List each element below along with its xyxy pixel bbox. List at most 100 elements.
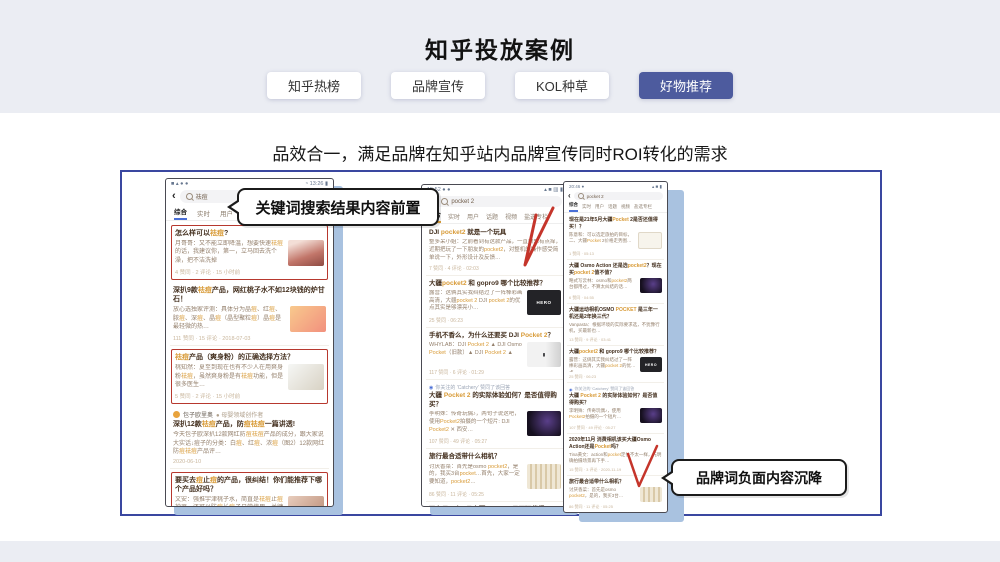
result-title[interactable]: 旅行最合适带什么相机？ xyxy=(429,453,561,461)
result-title[interactable]: DJI pocket2 就是一个玩具 xyxy=(429,229,561,237)
callout-label: 品牌词负面内容沉降 xyxy=(696,468,822,488)
result-title[interactable]: 大疆 Pocket 2 的实际体验如何？是否值得购买？ xyxy=(569,393,662,406)
result-thumbnail xyxy=(527,411,561,436)
status-bar: 15:52 ● ● ▴ ■ ▥ ▮ xyxy=(422,185,568,194)
result-title[interactable]: 2020年11月 消费相机该买大疆Osmo Action还是Pocket吗？ xyxy=(569,437,662,450)
search-icon xyxy=(441,198,448,205)
case-tab[interactable]: KOL种草 xyxy=(515,72,609,99)
result-thumbnail: ▮ xyxy=(527,342,561,367)
result-tab[interactable]: 实时 xyxy=(197,208,210,220)
result-excerpt: 今天包子欧深扒12款网红防痘祛痘产品的成分，跟大家说大实话↓痘子的分类：白痘、红… xyxy=(173,431,326,456)
result-thumbnail xyxy=(640,408,662,423)
result-tab[interactable]: 综合 xyxy=(174,206,187,220)
result-tab[interactable]: 用户 xyxy=(595,204,604,212)
back-icon[interactable]: ‹ xyxy=(568,192,571,200)
follow-icon: ◉ xyxy=(569,387,573,392)
result-meta: 111 赞同 · 15 评论 · 2018-07-03 xyxy=(173,334,326,342)
result-title[interactable]: 旅行最合适带什么相机？ xyxy=(569,479,662,486)
search-result-item[interactable]: 现在是21年5月大疆Pocket 2是否还值得买！？陈意和：可以选定旅拍的目标，… xyxy=(567,215,664,260)
result-meta: 86 赞同 · 11 评论 · 05:25 xyxy=(569,504,662,510)
search-icon xyxy=(186,193,193,200)
case-tab[interactable]: 知乎热榜 xyxy=(267,72,361,99)
result-title[interactable]: 手机不香么，为什么还要买 DJI Pocket 2？ xyxy=(429,332,561,340)
result-excerpt: 露营：这俩其实我纠结过了一阵棒彩画高清，大疆pocket 2 DJI pocke… xyxy=(429,290,523,315)
result-title[interactable]: 大疆 Osmo Action 还是选pocket2？现在买pocket 2值不值… xyxy=(569,263,662,276)
result-tab[interactable]: 实时 xyxy=(582,204,591,212)
case-tabs: 知乎热榜 品牌宣传 KOL种草 好物推荐 xyxy=(0,72,1000,99)
search-value: pocket 2 xyxy=(451,199,474,205)
search-result-item[interactable]: 怎么样可以祛痘?月哥哥：又不能立即降温，想要快速祛痘的话，我建议你，第一，立马回… xyxy=(171,225,328,280)
status-icons-right: ▴ ■ ▮ xyxy=(652,184,662,190)
result-tab[interactable]: 视频 xyxy=(621,204,630,212)
search-result-item[interactable]: 手机不香么，为什么还要买 DJI Pocket 2？ WHYLAB：DJI Poc… xyxy=(426,329,564,380)
result-excerpt: 整多呆小姐：之前看到有这款产品，一直很想有点痒，近期把玩了一下朋友的pocket… xyxy=(429,239,561,262)
search-result-item[interactable]: 大疆pocket2 和 gopro9 哪个比较推荐？ 露营：这俩其实我纠结过了一阵… xyxy=(426,277,564,328)
result-title[interactable]: 大疆运动相机OSMO POCKET 是三年一机还是2年换三代？ xyxy=(569,307,662,320)
search-result-item[interactable]: 大疆 Osmo Action 还是选pocket2？现在买pocket 2值不值… xyxy=(567,261,664,304)
search-nav-row: ‹ pocket 2 xyxy=(564,191,667,201)
result-excerpt: 文安：强推宇津桃子水，简直是祛痘止痘神器，还可以防痘长痘子日常使用，关键是还很安… xyxy=(175,496,284,507)
result-tab[interactable]: 话题 xyxy=(608,204,617,212)
result-title[interactable]: 深扒12款祛痘产品，防痘祛痘一篇讲透! xyxy=(173,420,326,429)
result-tab[interactable]: 盐选专栏 xyxy=(524,212,548,223)
result-tab[interactable]: 盐选专栏 xyxy=(634,204,652,212)
search-result-item[interactable]: 2020年11月 消费相机该买大疆Osmo Action还是Pocket吗？Ti… xyxy=(567,435,664,476)
follow-notice: ◉ 你关注的 'Catchery' 赞同了该回答 xyxy=(429,384,561,391)
search-result-item[interactable]: 祛痘产品（爽身粉）的正确选择方法？ 桃知然：夏至到现在也有不少人在用爽身粉祛痘，虽… xyxy=(171,349,328,404)
result-title[interactable]: 要买去痘止痘的产品，很纠结！你们能推荐下哪个产品好吗？ xyxy=(175,476,324,494)
result-meta: 107 赞同 · 49 评论 · 05:27 xyxy=(569,425,662,431)
search-result-item[interactable]: 包子欧里奥● 母婴领域创作者深扒12款祛痘产品，防痘祛痘一篇讲透! 今天包子欧深扒… xyxy=(170,407,329,468)
result-title[interactable]: 现在是21年5月大疆Pocket 2是否还值得买！？ xyxy=(429,506,561,507)
author-row[interactable]: 包子欧里奥● 母婴领域创作者 xyxy=(173,410,326,419)
search-result-item[interactable]: 大疆运动相机OSMO POCKET 是三年一机还是2年换三代？Vanpasta：… xyxy=(567,305,664,346)
result-excerpt: 桃知然：夏至到现在也有不少人在用爽身粉祛痘，虽然爽身粉是有祛痘功能，但是很多医生… xyxy=(175,364,284,390)
status-bar: 20:46 ● ▴ ■ ▮ xyxy=(564,182,667,191)
search-result-item[interactable]: ◉ 你关注的 'Catchery' 赞同了该回答大疆 Pocket 2 的实际体… xyxy=(426,381,564,449)
search-result-item[interactable]: 现在是21年5月大疆Pocket 2是否还值得买！？陈意和：可以选定旅拍的目标，… xyxy=(426,503,564,507)
result-title[interactable]: 大疆pocket2 和 gopro9 哪个比较推荐？ xyxy=(569,349,662,356)
search-result-item[interactable]: 深扒9款祛痘产品，网红桃子水不如12块钱的炉甘石！放心选独家评测：具体分为晶痘、… xyxy=(170,283,329,346)
phone-screenshot-middle: 15:52 ● ● ▴ ■ ▥ ▮ ‹ pocket 2 综合实时用户话题视频盐… xyxy=(421,184,569,507)
search-result-item[interactable]: DJI pocket2 就是一个玩具整多呆小姐：之前看到有这款产品，一直很想有点… xyxy=(426,226,564,276)
result-title[interactable]: 怎么样可以祛痘? xyxy=(175,229,324,238)
back-icon[interactable]: ‹ xyxy=(172,191,176,202)
search-result-item[interactable]: 要买去痘止痘的产品，很纠结！你们能推荐下哪个产品好吗？ 文安：强推宇津桃子水，简直… xyxy=(171,472,328,507)
result-thumbnail xyxy=(288,496,324,507)
case-tab[interactable]: 品牌宣传 xyxy=(391,72,485,99)
result-excerpt: WHYLAB：DJI Pocket 2 ▲ DJI Osmo Pocket（旧款… xyxy=(429,342,523,367)
search-result-item[interactable]: 大疆pocket2 和 gopro9 哪个比较推荐？露营：这俩其实我纠结过了一阵… xyxy=(567,347,664,384)
search-result-item[interactable]: ◉ 你关注的 'Catchery' 赞同了该回答大疆 Pocket 2 的实际体… xyxy=(567,384,664,434)
search-result-item[interactable]: 旅行最合适带什么相机？讨厌香菜：首先是osmo pocket2，是的，我买3台p… xyxy=(426,450,564,501)
author-name: 包子欧里奥 xyxy=(183,410,213,419)
case-subtitle: 品效合一，满足品牌在知乎站内品牌宣传同时ROI转化的需求 xyxy=(0,140,1000,165)
avatar xyxy=(173,411,180,418)
search-input[interactable]: pocket 2 xyxy=(574,192,663,200)
result-tab[interactable]: 实时 xyxy=(448,212,460,223)
result-list: 怎么样可以祛痘?月哥哥：又不能立即降温，想要快速祛痘的话，我建议你，第一，立马回… xyxy=(166,221,333,507)
search-value: 祛痘 xyxy=(196,192,208,201)
result-thumbnail: HERO xyxy=(527,290,561,315)
result-excerpt: 李明殊：传奇玩偶♪，使用Pocket2拍摄的一个短片… xyxy=(569,408,636,423)
callout-arrow-icon xyxy=(231,201,240,213)
result-title[interactable]: 深扒9款祛痘产品，网红桃子水不如12块钱的炉甘石！ xyxy=(173,286,326,304)
search-result-item[interactable]: 旅行最合适带什么相机？讨厌香菜：首先是osmo pocket2，是的，我买3台…… xyxy=(567,477,664,513)
search-input[interactable]: pocket 2 xyxy=(435,196,562,207)
result-meta: 86 赞同 · 11 评论 · 05:25 xyxy=(429,491,561,498)
result-title[interactable]: 现在是21年5月大疆Pocket 2是否还值得买！？ xyxy=(569,217,662,230)
result-tab[interactable]: 用户 xyxy=(467,212,479,223)
result-tab[interactable]: 综合 xyxy=(569,202,578,212)
case-tab[interactable]: 好物推荐 xyxy=(639,72,733,99)
result-meta: 107 赞同 · 49 评论 · 05:27 xyxy=(429,438,561,445)
footer-strip xyxy=(0,541,1000,562)
result-tab[interactable]: 话题 xyxy=(486,212,498,223)
result-meta: 117 赞同 · 6 评论 · 01:29 xyxy=(429,369,561,376)
result-tab[interactable]: 视频 xyxy=(505,212,517,223)
result-thumbnail xyxy=(640,278,662,293)
result-title[interactable]: 大疆 Pocket 2 的实际体验如何？是否值得购买？ xyxy=(429,392,561,409)
result-title[interactable]: 大疆pocket2 和 gopro9 哪个比较推荐？ xyxy=(429,280,561,288)
result-meta: 4 赞同 · 2 评论 · 15 小时前 xyxy=(175,268,324,276)
result-title[interactable]: 祛痘产品（爽身粉）的正确选择方法？ xyxy=(175,353,324,362)
result-excerpt: 讨厌香菜：首先是osmo pocket2，是的，我买3台… xyxy=(569,487,636,502)
result-thumbnail: HERO xyxy=(640,357,662,372)
result-thumbnail xyxy=(288,364,324,390)
